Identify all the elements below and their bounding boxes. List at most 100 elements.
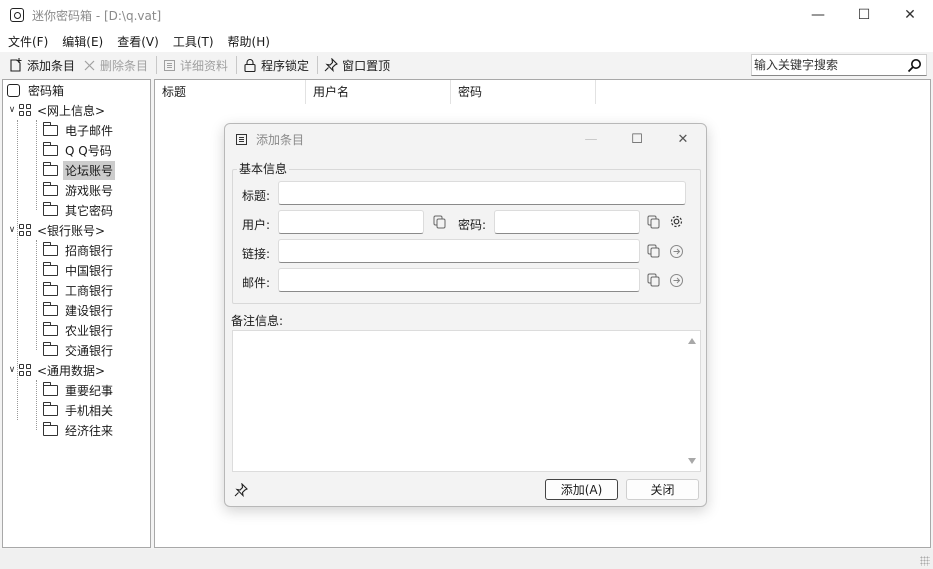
tree-item-bank[interactable]: 农业银行 bbox=[43, 320, 115, 340]
category-grid-icon bbox=[19, 104, 31, 116]
copy-icon[interactable] bbox=[433, 215, 447, 229]
tree-item-qq[interactable]: Q Q号码 bbox=[43, 140, 114, 160]
column-header-title[interactable]: 标题 bbox=[155, 80, 306, 104]
tree-item-general[interactable]: 手机相关 bbox=[43, 400, 115, 420]
delete-entry-button[interactable]: 删除条目 bbox=[83, 57, 148, 74]
tree-item-bank[interactable]: 招商银行 bbox=[43, 240, 115, 260]
copy-icon[interactable] bbox=[647, 273, 661, 287]
tree-root[interactable]: 密码箱 bbox=[7, 80, 66, 100]
user-input[interactable] bbox=[279, 211, 423, 233]
details-list-icon bbox=[164, 59, 176, 71]
folder-icon bbox=[43, 181, 58, 196]
password-input[interactable] bbox=[495, 211, 639, 233]
close-button[interactable]: ✕ bbox=[887, 0, 933, 30]
chevron-down-icon[interactable]: ∨ bbox=[7, 225, 17, 235]
window-controls: — ☐ ✕ bbox=[795, 0, 933, 30]
status-bar bbox=[0, 549, 933, 569]
gear-icon[interactable] bbox=[669, 214, 684, 229]
title-input[interactable] bbox=[279, 182, 685, 204]
toolbar: 添加条目 删除条目 详细资料 程序锁定 窗口置顶 bbox=[0, 52, 933, 78]
menu-file[interactable]: 文件(F) bbox=[8, 33, 48, 50]
close-dialog-button[interactable]: 关闭 bbox=[626, 479, 699, 500]
tree-item-game[interactable]: 游戏账号 bbox=[43, 180, 115, 200]
column-header-username[interactable]: 用户名 bbox=[306, 80, 451, 104]
tree-connector bbox=[36, 380, 37, 430]
details-button[interactable]: 详细资料 bbox=[163, 57, 228, 74]
open-link-arrow-icon[interactable] bbox=[669, 244, 684, 259]
search-icon[interactable] bbox=[907, 58, 922, 73]
folder-icon bbox=[43, 281, 58, 296]
send-mail-arrow-icon[interactable] bbox=[669, 273, 684, 288]
tree-item-forum[interactable]: 论坛账号 bbox=[43, 160, 116, 180]
scroll-down-arrow-icon[interactable] bbox=[688, 458, 696, 464]
tree-item-other[interactable]: 其它密码 bbox=[43, 200, 115, 220]
tree-group-online-info[interactable]: ∨ <网上信息> bbox=[7, 100, 107, 120]
folder-icon bbox=[43, 141, 58, 156]
menu-edit[interactable]: 编辑(E) bbox=[62, 33, 103, 50]
window-title: 迷你密码箱 - [D:\q.vat] bbox=[32, 8, 162, 23]
link-field bbox=[278, 239, 640, 263]
tree-item-general[interactable]: 重要纪事 bbox=[43, 380, 115, 400]
dialog-maximize-button[interactable]: ☐ bbox=[614, 124, 660, 154]
tree-root-label: 密码箱 bbox=[28, 83, 65, 98]
copy-icon[interactable] bbox=[647, 244, 661, 258]
tree-item-label: 农业银行 bbox=[65, 323, 114, 338]
tree-item-label: 招商银行 bbox=[65, 243, 114, 258]
menu-help[interactable]: 帮助(H) bbox=[228, 33, 270, 50]
dialog-title: 添加条目 bbox=[256, 132, 305, 147]
tree-item-label: 游戏账号 bbox=[65, 183, 114, 198]
tree-item-bank[interactable]: 工商银行 bbox=[43, 280, 115, 300]
tree-group-label: <银行账号> bbox=[37, 223, 106, 238]
link-input[interactable] bbox=[279, 240, 639, 262]
folder-icon bbox=[43, 401, 58, 416]
notes-label: 备注信息: bbox=[231, 314, 284, 328]
menu-tools[interactable]: 工具(T) bbox=[173, 33, 214, 50]
folder-icon bbox=[43, 241, 58, 256]
category-tree: 密码箱 ∨ <网上信息> 电子邮件 Q Q号码 论坛账号 游戏账号 其它密码 ∨… bbox=[2, 79, 151, 548]
chevron-down-icon[interactable]: ∨ bbox=[7, 365, 17, 375]
dialog-window-controls: — ☐ ✕ bbox=[568, 124, 706, 154]
add-entry-button[interactable]: 添加条目 bbox=[8, 57, 75, 74]
folder-icon bbox=[43, 121, 58, 136]
copy-icon[interactable] bbox=[647, 215, 661, 229]
tree-group-bank[interactable]: ∨ <银行账号> bbox=[7, 220, 107, 240]
tree-item-bank[interactable]: 建设银行 bbox=[43, 300, 115, 320]
toolbar-separator bbox=[156, 56, 158, 74]
menu-view[interactable]: 查看(V) bbox=[117, 33, 159, 50]
scroll-up-arrow-icon[interactable] bbox=[688, 338, 696, 344]
chevron-down-icon[interactable]: ∨ bbox=[7, 105, 17, 115]
pin-window-button[interactable]: 窗口置顶 bbox=[324, 57, 390, 74]
maximize-button[interactable]: ☐ bbox=[841, 0, 887, 30]
dialog-close-x-button[interactable]: ✕ bbox=[660, 124, 706, 154]
resize-grip-icon[interactable] bbox=[920, 556, 930, 566]
folder-icon bbox=[43, 341, 58, 356]
folder-icon bbox=[43, 321, 58, 336]
tree-item-label: 经济往来 bbox=[65, 423, 114, 438]
folder-icon bbox=[43, 161, 58, 176]
minimize-button[interactable]: — bbox=[795, 0, 841, 30]
folder-icon bbox=[43, 381, 58, 396]
tree-item-label: 交通银行 bbox=[65, 343, 114, 358]
notes-scrollbar[interactable] bbox=[684, 331, 700, 471]
column-header-password[interactable]: 密码 bbox=[451, 80, 596, 104]
email-input[interactable] bbox=[279, 269, 639, 291]
tree-group-general[interactable]: ∨ <通用数据> bbox=[7, 360, 107, 380]
password-field bbox=[494, 210, 640, 234]
notes-textarea[interactable] bbox=[233, 331, 683, 471]
tree-item-bank[interactable]: 交通银行 bbox=[43, 340, 115, 360]
search-input[interactable] bbox=[754, 58, 904, 72]
tree-item-email[interactable]: 电子邮件 bbox=[43, 120, 115, 140]
lock-program-button[interactable]: 程序锁定 bbox=[243, 57, 309, 74]
user-field bbox=[278, 210, 424, 234]
tree-item-label: 论坛账号 bbox=[63, 160, 116, 180]
tree-item-label: 中国银行 bbox=[65, 263, 114, 278]
tree-item-bank[interactable]: 中国银行 bbox=[43, 260, 115, 280]
app-safe-icon bbox=[10, 8, 24, 22]
folder-icon bbox=[43, 421, 58, 436]
add-button[interactable]: 添加(A) bbox=[545, 479, 618, 500]
details-label: 详细资料 bbox=[180, 58, 229, 73]
dialog-minimize-button[interactable]: — bbox=[568, 124, 614, 154]
tree-group-label: <网上信息> bbox=[37, 103, 106, 118]
tree-item-general[interactable]: 经济往来 bbox=[43, 420, 115, 440]
pin-icon[interactable] bbox=[234, 483, 248, 497]
